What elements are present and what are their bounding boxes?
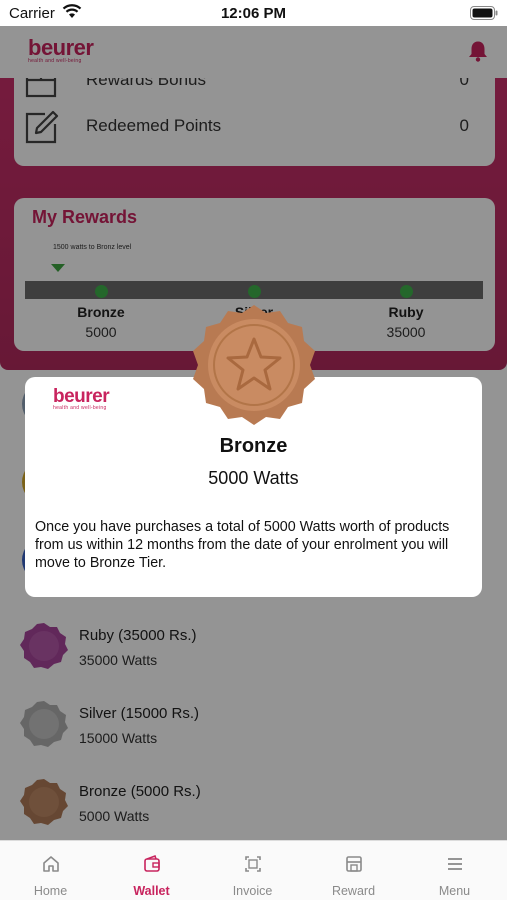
invoice-icon — [245, 856, 261, 872]
tab-wallet-label: Wallet — [133, 884, 170, 898]
tab-home[interactable]: Home — [0, 841, 101, 900]
bronze-star-medal-icon — [193, 305, 315, 425]
modal-title: Bronze — [219, 435, 288, 457]
clock: 12:06 PM — [220, 5, 287, 22]
tab-invoice-label: Invoice — [232, 884, 273, 898]
modal-brand-logo: beurer health and well-being — [53, 386, 110, 412]
modal-brand-tagline: health and well-being — [53, 405, 107, 411]
tab-wallet[interactable]: Wallet — [101, 841, 202, 900]
tab-invoice[interactable]: Invoice — [202, 841, 303, 900]
tab-menu[interactable]: Menu — [404, 841, 505, 900]
wallet-icon — [144, 854, 160, 872]
home-icon — [43, 856, 59, 872]
tab-reward-label: Reward — [331, 884, 376, 898]
tab-reward[interactable]: Reward — [303, 841, 404, 900]
reward-icon — [346, 856, 362, 872]
modal-subtitle: 5000 Watts — [208, 468, 299, 488]
battery-icon — [470, 6, 498, 20]
status-bar: Carrier 12:06 PM — [0, 0, 507, 26]
modal-description: Once you have purchases a total of 5000 … — [35, 519, 450, 571]
tab-home-label: Home — [33, 884, 68, 898]
modal-brand-name: beurer — [53, 386, 110, 407]
bottom-tab-bar: Home Wallet Invoice Reward Menu — [0, 840, 507, 900]
menu-icon — [448, 858, 462, 870]
tab-menu-label: Menu — [438, 884, 471, 898]
